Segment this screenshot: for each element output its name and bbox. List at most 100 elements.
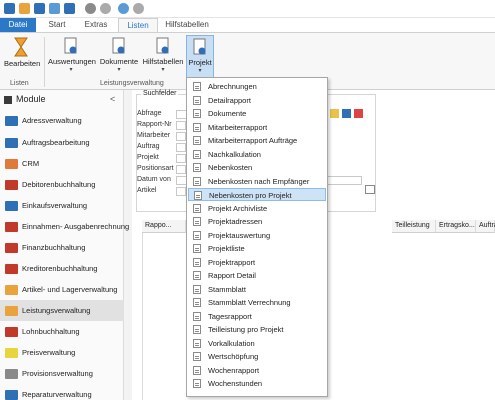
col-header-auftrag[interactable]: Auftra bbox=[476, 220, 495, 233]
dropdown-item[interactable]: Mitarbeiterrapport bbox=[188, 121, 326, 134]
report-document-icon bbox=[193, 379, 201, 388]
dropdown-item[interactable]: Wochenrapport bbox=[188, 364, 326, 377]
tab-file[interactable]: Datei bbox=[0, 18, 36, 32]
print-icon[interactable] bbox=[19, 3, 30, 14]
module-item[interactable]: Artikel- und Lagerverwaltung bbox=[0, 279, 124, 300]
dropdown-item[interactable]: Rapport Detail bbox=[188, 269, 326, 282]
module-item[interactable]: Einnahmen- Ausgabenrechnung bbox=[0, 216, 129, 237]
dropdown-item[interactable]: Nebenkosten pro Projekt bbox=[188, 188, 326, 202]
module-label: Provisionsverwaltung bbox=[22, 369, 93, 378]
module-item[interactable]: Einkaufsverwaltung bbox=[0, 195, 124, 216]
tool-icon[interactable] bbox=[64, 3, 75, 14]
form-field[interactable] bbox=[176, 187, 186, 196]
form-field[interactable] bbox=[176, 165, 186, 174]
module-item[interactable]: Debitorenbuchhaltung bbox=[0, 174, 124, 195]
form-field[interactable] bbox=[176, 143, 186, 152]
skype-icon[interactable] bbox=[49, 3, 60, 14]
tab-hilfstabellen[interactable]: Hilfstabellen bbox=[162, 18, 212, 32]
folder-icon[interactable] bbox=[330, 109, 339, 118]
dropdown-item[interactable]: Nebenkosten bbox=[188, 161, 326, 174]
collapse-icon[interactable]: < bbox=[110, 94, 115, 104]
form-label: Artikel bbox=[137, 187, 157, 194]
report-document-icon bbox=[193, 325, 201, 334]
module-icon bbox=[5, 306, 18, 316]
back-icon[interactable] bbox=[118, 3, 129, 14]
module-item[interactable]: Adressverwaltung bbox=[0, 110, 124, 131]
delete-icon[interactable] bbox=[354, 109, 363, 118]
module-item[interactable]: Auftragsbearbeitung bbox=[0, 132, 124, 153]
report-document-icon bbox=[193, 149, 201, 159]
bearbeiten-label: Bearbeiten bbox=[4, 59, 41, 68]
form-field[interactable] bbox=[176, 121, 186, 130]
bearbeiten-button[interactable]: Bearbeiten bbox=[4, 35, 41, 81]
report-document-icon bbox=[193, 95, 201, 105]
form-label: Datum von bbox=[137, 176, 171, 183]
dropdown-item[interactable]: Projekt Archivliste bbox=[188, 202, 326, 215]
col-header-ertragskonto[interactable]: Ertragsko... bbox=[436, 220, 476, 233]
projekt-button[interactable]: Projekt ▾ bbox=[186, 35, 214, 81]
settings-icon[interactable] bbox=[100, 3, 111, 14]
dropdown-item-label: Wertschöpfung bbox=[208, 352, 259, 361]
dropdown-item[interactable]: Projektliste bbox=[188, 242, 326, 255]
dropdown-item[interactable]: Wochenstunden bbox=[188, 377, 326, 390]
dropdown-item-label: Wochenstunden bbox=[208, 379, 263, 388]
dropdown-item[interactable]: Stammblatt bbox=[188, 283, 326, 296]
report-document-icon bbox=[193, 122, 201, 132]
module-icon bbox=[5, 201, 18, 211]
projekt-dropdown-menu: Abrechnungen Detailrapport Dokumente Mitarb… bbox=[186, 77, 328, 397]
module-label: Lohnbuchhaltung bbox=[22, 327, 80, 336]
dokumente-button[interactable]: Dokumente ▾ bbox=[98, 35, 140, 81]
link-icon[interactable] bbox=[85, 3, 96, 14]
module-item[interactable]: Finanzbuchhaltung bbox=[0, 237, 124, 258]
dropdown-item-label: Tagesrapport bbox=[208, 311, 252, 321]
module-item[interactable]: Lohnbuchhaltung bbox=[0, 321, 124, 342]
dropdown-item[interactable]: Dokumente bbox=[188, 107, 326, 120]
splitter-handle[interactable] bbox=[124, 265, 127, 281]
col-header-rapport[interactable]: Rappo... bbox=[142, 220, 186, 233]
dropdown-item[interactable]: Abrechnungen bbox=[188, 80, 326, 93]
report-document-icon bbox=[193, 217, 201, 226]
forward-icon[interactable] bbox=[133, 3, 144, 14]
tab-listen[interactable]: Listen bbox=[118, 18, 158, 32]
dropdown-item[interactable]: Projektrapport bbox=[188, 256, 326, 269]
module-label: Kreditorenbuchhaltung bbox=[22, 264, 98, 273]
module-item[interactable]: CRM bbox=[0, 153, 124, 174]
app-grid-icon[interactable] bbox=[4, 3, 15, 14]
module-item[interactable]: Leistungsverwaltung bbox=[0, 300, 124, 321]
form-field[interactable] bbox=[176, 132, 186, 141]
dropdown-item[interactable]: Mitarbeiterrapport Aufträge bbox=[188, 134, 326, 147]
col-header-teilleistung[interactable]: Teilleistung bbox=[392, 220, 436, 233]
module-item[interactable]: Reparaturverwaltung bbox=[0, 384, 124, 400]
dropdown-item[interactable]: Detailrapport bbox=[188, 94, 326, 107]
dropdown-item-label: Nachkalkulation bbox=[208, 149, 261, 159]
auswertungen-label: Auswertungen bbox=[48, 57, 96, 66]
report-document-icon bbox=[193, 109, 201, 118]
dropdown-item[interactable]: Projektadressen bbox=[188, 215, 326, 228]
dropdown-item[interactable]: Tagesrapport bbox=[188, 310, 326, 323]
auswertungen-button[interactable]: Auswertungen ▾ bbox=[48, 35, 96, 81]
module-item[interactable]: Kreditorenbuchhaltung bbox=[0, 258, 124, 279]
report-icon bbox=[64, 37, 77, 54]
save-icon[interactable] bbox=[34, 3, 45, 14]
dropdown-item[interactable]: Teilleistung pro Projekt bbox=[188, 323, 326, 336]
dropdown-item[interactable]: Nachkalkulation bbox=[188, 148, 326, 161]
form-field[interactable] bbox=[176, 154, 186, 163]
dropdown-item[interactable]: Projektauswertung bbox=[188, 229, 326, 242]
module-label: CRM bbox=[22, 159, 40, 168]
dropdown-item[interactable]: Nebenkosten nach Empfänger bbox=[188, 175, 326, 188]
save-icon[interactable] bbox=[342, 109, 351, 118]
tab-extras[interactable]: Extras bbox=[78, 18, 114, 32]
tab-start[interactable]: Start bbox=[40, 18, 74, 32]
form-label: Positionsart bbox=[137, 165, 174, 172]
module-item[interactable]: Provisionsverwaltung bbox=[0, 363, 124, 384]
calendar-icon[interactable] bbox=[365, 185, 375, 194]
module-grid-icon bbox=[4, 96, 12, 104]
dropdown-item[interactable]: Vorkalkulation bbox=[188, 337, 326, 350]
dropdown-item[interactable]: Stammblatt Verrechnung bbox=[188, 296, 326, 309]
form-label: Rapport-Nr bbox=[137, 121, 172, 128]
quick-access-toolbar bbox=[0, 0, 495, 18]
module-item[interactable]: Preisverwaltung bbox=[0, 342, 124, 363]
module-label: Auftragsbearbeitung bbox=[22, 138, 90, 147]
dropdown-item[interactable]: Wertschöpfung bbox=[188, 350, 326, 363]
hilfstabellen-button[interactable]: Hilfstabellen ▾ bbox=[142, 35, 184, 81]
